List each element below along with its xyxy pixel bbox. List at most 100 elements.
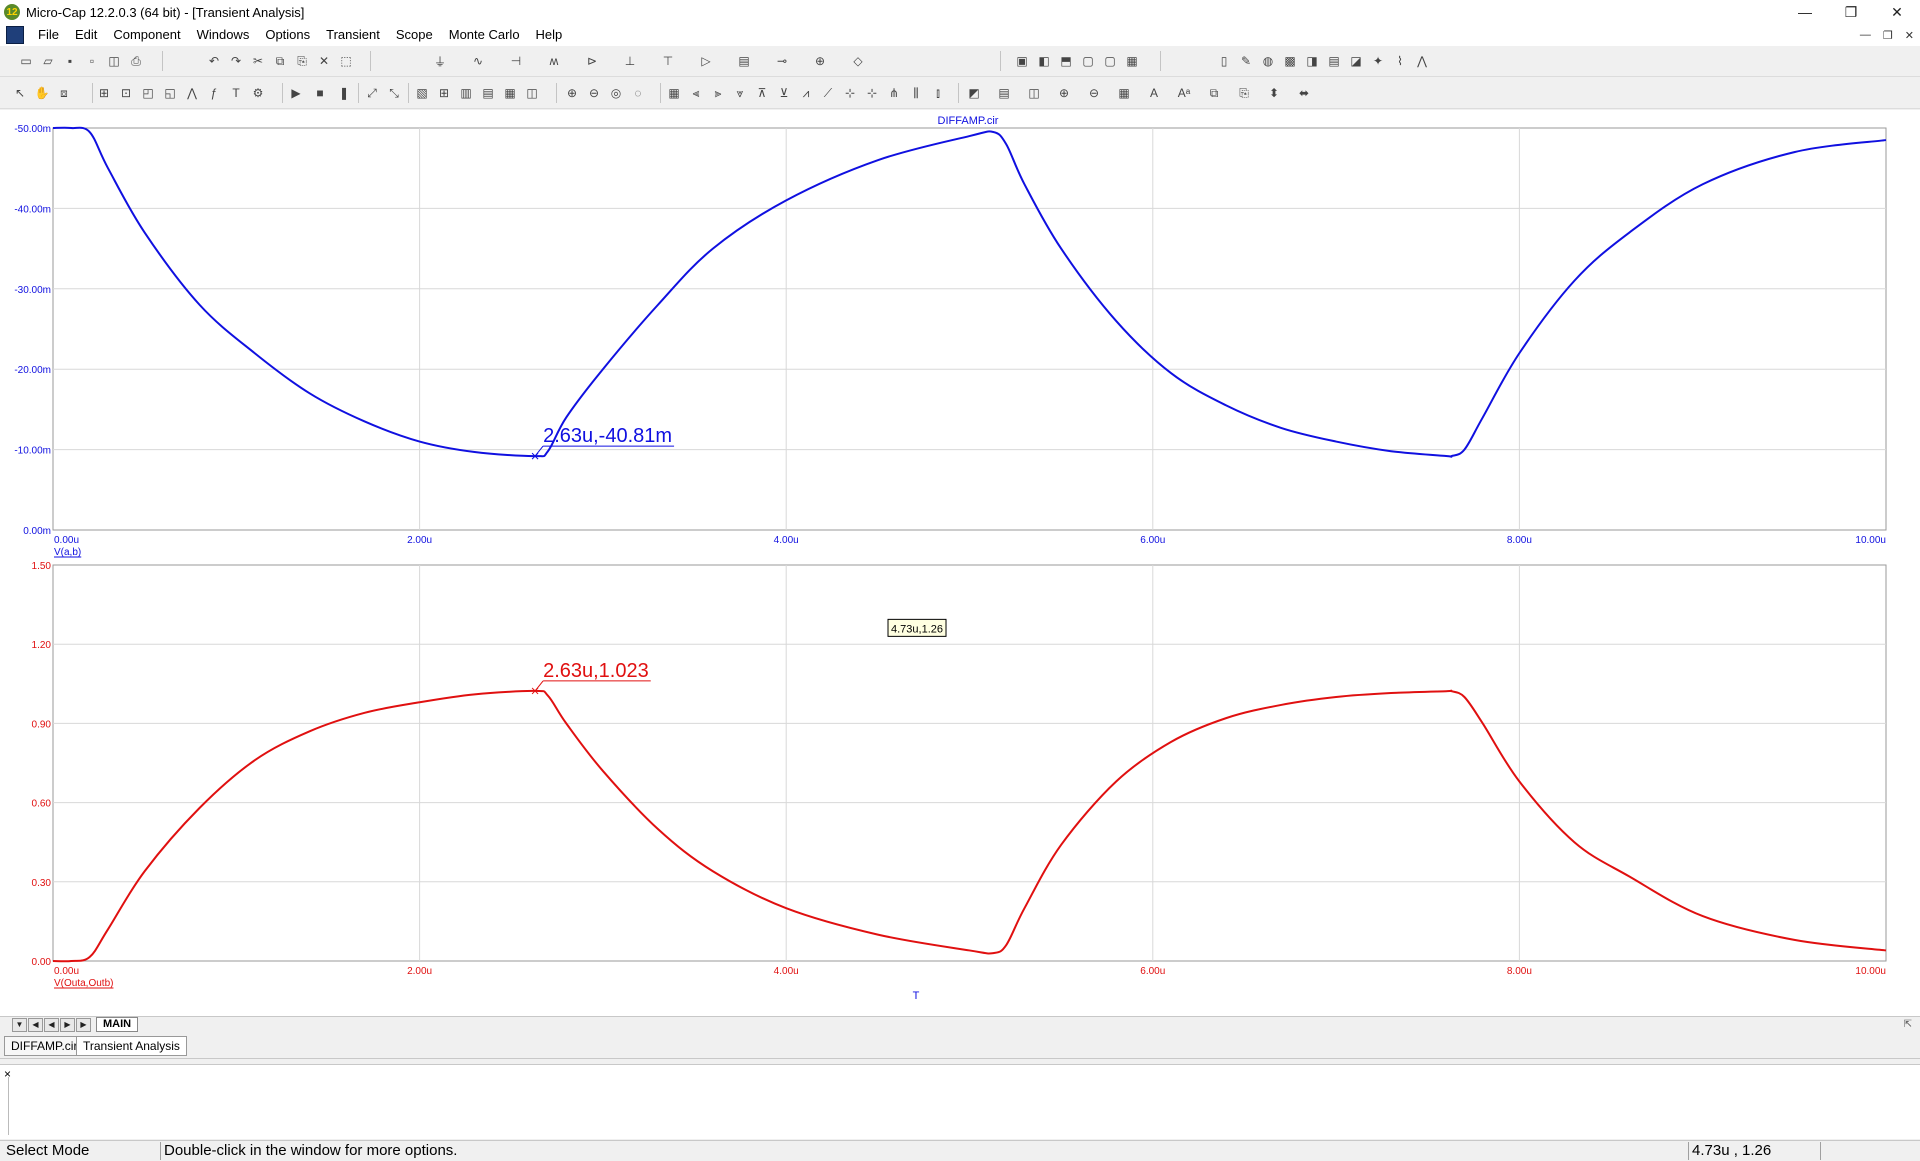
switch-icon[interactable]: ⊸ bbox=[774, 53, 790, 69]
copy-icon[interactable]: ⧉ bbox=[272, 53, 288, 69]
resistor-icon[interactable]: ∿ bbox=[470, 53, 486, 69]
cursor-readout[interactable]: 2.63u,-40.81m bbox=[543, 425, 672, 447]
close-icon[interactable]: ✕ bbox=[1874, 0, 1920, 24]
save-icon[interactable]: ▪ bbox=[62, 53, 78, 69]
inductor-icon[interactable]: ʍ bbox=[546, 53, 562, 69]
document-icon[interactable] bbox=[6, 26, 24, 44]
last-page-icon[interactable]: ▶ bbox=[76, 1018, 91, 1032]
page-setup-icon[interactable]: ◫ bbox=[1026, 85, 1042, 101]
tokens-icon[interactable]: ▥ bbox=[458, 85, 474, 101]
tile-horizontal-icon[interactable]: ⬒ bbox=[1058, 53, 1074, 69]
opamp-icon[interactable]: ▷ bbox=[698, 53, 714, 69]
mdi-close-icon[interactable]: ✕ bbox=[1905, 29, 1914, 42]
low-icon[interactable]: ⊻ bbox=[776, 85, 792, 101]
table-icon[interactable]: ▤ bbox=[1326, 53, 1342, 69]
mdi-minimize-icon[interactable]: — bbox=[1860, 29, 1871, 41]
model-icon[interactable]: ◨ bbox=[1304, 53, 1320, 69]
zoom-region-icon[interactable]: ◎ bbox=[608, 85, 624, 101]
print-preview-icon[interactable]: ◫ bbox=[106, 53, 122, 69]
menu-monte-carlo[interactable]: Monte Carlo bbox=[441, 24, 528, 46]
menu-help[interactable]: Help bbox=[528, 24, 571, 46]
bottom-plot[interactable]: 1.50 1.20 0.90 0.60 0.30 0.000.00u 2.00u 4.00u 6… bbox=[32, 561, 1887, 989]
peak-right-icon[interactable]: ⫸ bbox=[710, 85, 726, 101]
color-palette-icon[interactable]: ◩ bbox=[966, 85, 982, 101]
auto-scale-alt-icon[interactable]: ⤡ bbox=[386, 85, 402, 101]
properties-icon[interactable]: ⚙ bbox=[250, 85, 266, 101]
source-icon[interactable]: ⊕ bbox=[812, 53, 828, 69]
trace-line[interactable] bbox=[52, 689, 1887, 963]
font-size-icon[interactable]: Aᵃ bbox=[1176, 85, 1192, 101]
run-icon[interactable]: ▶ bbox=[288, 85, 304, 101]
go-to-x-icon[interactable]: ⊹ bbox=[842, 85, 858, 101]
transistor-icon[interactable]: ⊥ bbox=[622, 53, 638, 69]
stacked-icon[interactable]: ▤ bbox=[480, 85, 496, 101]
tab-main[interactable]: MAIN bbox=[96, 1017, 139, 1032]
menu-windows[interactable]: Windows bbox=[189, 24, 258, 46]
delete-icon[interactable]: ✕ bbox=[316, 53, 332, 69]
inflection-icon[interactable]: ⩘ bbox=[798, 85, 814, 101]
probe-icon[interactable]: ◇ bbox=[850, 53, 866, 69]
save-all-icon[interactable]: ▫ bbox=[84, 53, 100, 69]
trace-line[interactable] bbox=[52, 126, 1887, 458]
tab-transient-analysis[interactable]: Transient Analysis bbox=[76, 1036, 187, 1056]
formula-icon[interactable]: ƒ bbox=[206, 85, 222, 101]
stop-icon[interactable]: ■ bbox=[312, 85, 328, 101]
window-icon[interactable]: ▢ bbox=[1080, 53, 1096, 69]
cursor-readout[interactable]: 2.63u,1.023 bbox=[543, 660, 649, 682]
split-icon[interactable]: ◫ bbox=[524, 85, 540, 101]
slope-icon[interactable]: ⟋ bbox=[820, 85, 836, 101]
waveform-icon[interactable]: ⋀ bbox=[1414, 53, 1430, 69]
top-plot[interactable]: -50.00m -40.00m -30.00m -20.00m -10.00m 0.00m… bbox=[14, 124, 1887, 558]
paste-plot-icon[interactable]: ⎘ bbox=[1236, 85, 1252, 101]
undo-icon[interactable]: ↶ bbox=[206, 53, 222, 69]
grid-toggle-icon[interactable]: ▦ bbox=[1116, 85, 1132, 101]
plot-area[interactable]: DIFFAMP.cir -50.00m -40.00m -30.00m -20.00m… bbox=[0, 110, 1920, 1016]
window-alt-icon[interactable]: ▢ bbox=[1102, 53, 1118, 69]
zoom-plus-icon[interactable]: ⊕ bbox=[1056, 85, 1072, 101]
next-page-icon[interactable]: ▶ bbox=[60, 1018, 75, 1032]
resize-grip-icon[interactable]: ⇱ bbox=[1904, 1019, 1912, 1030]
table-view-icon[interactable]: ▦ bbox=[666, 85, 682, 101]
transient-icon[interactable]: ⌇ bbox=[1392, 53, 1408, 69]
menu-transient[interactable]: Transient bbox=[318, 24, 388, 46]
graph-icon[interactable]: ◰ bbox=[140, 85, 156, 101]
redo-icon[interactable]: ↷ bbox=[228, 53, 244, 69]
analysis-icon[interactable]: ▩ bbox=[1282, 53, 1298, 69]
capacitor-icon[interactable]: ⊣ bbox=[508, 53, 524, 69]
zoom-in-icon[interactable]: ⊕ bbox=[564, 85, 580, 101]
cursor-mode-icon[interactable]: ▧ bbox=[414, 85, 430, 101]
zoom-window-icon[interactable]: ⊞ bbox=[96, 85, 112, 101]
tile-vertical-icon[interactable]: ◧ bbox=[1036, 53, 1052, 69]
open-file-icon[interactable]: ▱ bbox=[40, 53, 56, 69]
plot-canvas[interactable]: DIFFAMP.cir -50.00m -40.00m -30.00m -20.00m… bbox=[0, 110, 1920, 1016]
cut-icon[interactable]: ✂ bbox=[250, 53, 266, 69]
tab-diffamp-cir[interactable]: DIFFAMP.cir bbox=[4, 1036, 85, 1056]
select-icon[interactable]: ↖ bbox=[12, 85, 28, 101]
output-panel[interactable]: × bbox=[0, 1064, 1920, 1139]
horizontal-tag-icon[interactable]: ⫼ bbox=[908, 85, 924, 101]
peak-icon[interactable]: ⋀ bbox=[184, 85, 200, 101]
separate-icon[interactable]: ▦ bbox=[502, 85, 518, 101]
split-v-icon[interactable]: ⬌ bbox=[1296, 85, 1312, 101]
data-points-icon[interactable]: ⊞ bbox=[436, 85, 452, 101]
scale-icon[interactable]: ⧈ bbox=[56, 85, 72, 101]
scroll-down-icon[interactable]: ▼ bbox=[12, 1018, 27, 1032]
plot-icon[interactable]: ◪ bbox=[1348, 53, 1364, 69]
restore-icon[interactable]: ❐ bbox=[1828, 0, 1874, 24]
component-editor-icon[interactable]: ✎ bbox=[1238, 53, 1254, 69]
text-icon[interactable]: T bbox=[228, 85, 244, 101]
split-h-icon[interactable]: ⬍ bbox=[1266, 85, 1282, 101]
go-to-branch-icon[interactable]: ⋔ bbox=[886, 85, 902, 101]
menu-scope[interactable]: Scope bbox=[388, 24, 441, 46]
first-page-icon[interactable]: ◀ bbox=[28, 1018, 43, 1032]
ground-icon[interactable]: ⏚ bbox=[432, 53, 448, 69]
select-all-icon[interactable]: ⬚ bbox=[338, 53, 354, 69]
minimize-icon[interactable]: — bbox=[1782, 0, 1828, 24]
jfet-icon[interactable]: ⊤ bbox=[660, 53, 676, 69]
mdi-restore-icon[interactable]: ❐ bbox=[1883, 29, 1893, 42]
page-icon[interactable]: ▯ bbox=[1216, 53, 1232, 69]
auto-scale-icon[interactable]: ⤢ bbox=[364, 85, 380, 101]
new-file-icon[interactable]: ▭ bbox=[18, 53, 34, 69]
prev-page-icon[interactable]: ◀ bbox=[44, 1018, 59, 1032]
globe-icon[interactable]: ◍ bbox=[1260, 53, 1276, 69]
